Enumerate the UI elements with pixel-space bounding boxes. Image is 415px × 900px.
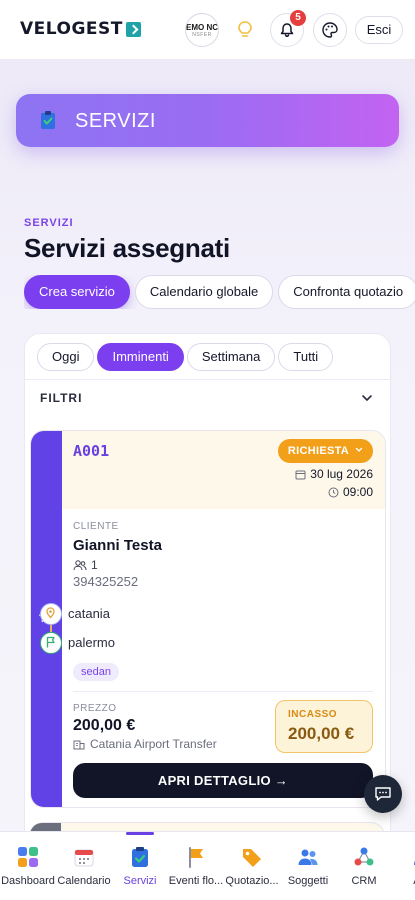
service-time-text: 09:00 bbox=[342, 485, 373, 499]
divider bbox=[25, 379, 390, 380]
collection-box: INCASSO 200,00 € bbox=[275, 700, 373, 753]
company-avatar-line1: EMO NC bbox=[186, 22, 218, 32]
action-bar: Crea servizio Calendario globale Confronta… bbox=[24, 275, 415, 309]
client-name: Gianni Testa bbox=[73, 537, 162, 554]
clipboard-icon bbox=[41, 111, 55, 129]
app-logo[interactable]: VELOGEST bbox=[20, 19, 141, 39]
client-label: CLIENTE bbox=[73, 521, 119, 532]
nav-calendario[interactable]: Calendario bbox=[56, 832, 112, 900]
collection-label: INCASSO bbox=[288, 709, 338, 720]
nav-label: Au bbox=[388, 875, 415, 887]
clipboard-icon bbox=[132, 847, 148, 867]
tag-icon bbox=[243, 849, 261, 867]
theme-button[interactable] bbox=[313, 13, 347, 47]
passenger-count-value: 1 bbox=[91, 558, 98, 572]
price-value: 200,00 € bbox=[73, 717, 136, 734]
nav-servizi[interactable]: Servizi bbox=[112, 832, 168, 900]
network-icon bbox=[354, 847, 374, 866]
status-label: RICHIESTA bbox=[287, 445, 349, 457]
tab-settimana[interactable]: Settimana bbox=[186, 343, 276, 371]
nav-label: Soggetti bbox=[287, 875, 329, 887]
lightbulb-icon[interactable] bbox=[236, 20, 254, 40]
services-panel: OggiImminentiSettimanaTutti FILTRI TR A0… bbox=[24, 333, 391, 853]
nav-label: CRM bbox=[351, 875, 377, 887]
tab-tutti[interactable]: Tutti bbox=[278, 343, 334, 371]
logout-button[interactable]: Esci bbox=[355, 16, 403, 44]
status-dropdown[interactable]: RICHIESTA bbox=[277, 439, 373, 463]
service-date: 30 lug 2026 bbox=[295, 467, 373, 481]
nav-more[interactable]: Au bbox=[392, 832, 415, 900]
service-card-header: A001 RICHIESTA 30 lug 2026 09:00 bbox=[62, 431, 385, 509]
collection-value: 200,00 € bbox=[288, 724, 355, 743]
building-icon bbox=[73, 740, 85, 749]
passenger-count: 1 bbox=[73, 558, 373, 572]
service-date-text: 30 lug 2026 bbox=[310, 467, 373, 481]
vehicle-type-tag: sedan bbox=[73, 663, 119, 681]
create-service-button[interactable]: Crea servizio bbox=[24, 275, 130, 309]
app-logo-text: VELOGEST bbox=[20, 19, 123, 39]
tab-oggi[interactable]: Oggi bbox=[37, 343, 95, 371]
company-avatar-line2: NSFER bbox=[192, 31, 212, 38]
nav-quotazioni[interactable]: Quotazio... bbox=[224, 832, 280, 900]
nav-soggetti[interactable]: Soggetti bbox=[280, 832, 336, 900]
divider bbox=[73, 691, 373, 692]
price-label: PREZZO bbox=[73, 703, 117, 714]
notifications-button[interactable]: 5 bbox=[270, 10, 306, 47]
people-icon bbox=[298, 849, 318, 865]
notifications-count-badge: 5 bbox=[290, 10, 306, 26]
open-detail-button[interactable]: APRI DETTAGLIO → bbox=[73, 763, 373, 798]
agency: Catania Airport Transfer bbox=[73, 737, 217, 751]
chat-icon bbox=[375, 787, 391, 801]
section-banner: SERVIZI bbox=[16, 94, 399, 147]
nav-label: Quotazio... bbox=[225, 875, 279, 887]
nav-crm[interactable]: CRM bbox=[336, 832, 392, 900]
chevron-down-icon bbox=[355, 447, 363, 452]
global-calendar-button[interactable]: Calendario globale bbox=[134, 275, 274, 309]
pickup-location: catania bbox=[68, 606, 110, 621]
nav-label: Dashboard bbox=[1, 875, 55, 887]
compare-quotes-button[interactable]: Confronta quotazio bbox=[278, 275, 415, 309]
company-avatar[interactable]: EMO NC NSFER bbox=[185, 13, 219, 47]
dropoff-flag-icon bbox=[40, 632, 62, 654]
service-code: A001 bbox=[73, 442, 110, 460]
tab-imminenti[interactable]: Imminenti bbox=[97, 343, 184, 371]
more-icon bbox=[414, 860, 415, 865]
bottom-nav: Dashboard Calendario Servizi Eventi flo.… bbox=[0, 831, 415, 900]
service-card[interactable]: TR A001 RICHIESTA 30 lug 2026 bbox=[30, 430, 386, 808]
nav-dashboard[interactable]: Dashboard bbox=[0, 832, 56, 900]
route: catania palermo bbox=[40, 603, 320, 663]
nav-label: Calendario bbox=[57, 875, 111, 887]
calendar-icon bbox=[74, 849, 94, 867]
price-info: PREZZO 200,00 € Catania Airport Transfer bbox=[73, 703, 217, 751]
time-filter-tabs: Oggi Imminenti Settimana Tutti bbox=[37, 343, 336, 371]
dropoff-location: palermo bbox=[68, 635, 115, 650]
section-kicker: SERVIZI bbox=[24, 217, 74, 229]
nav-eventi-flotta[interactable]: Eventi flo... bbox=[168, 832, 224, 900]
calendar-icon bbox=[295, 470, 306, 479]
page-title: Servizi assegnati bbox=[24, 233, 230, 263]
client-info: CLIENTE Gianni Testa 1 394325252 bbox=[73, 521, 373, 589]
palette-icon bbox=[322, 22, 338, 38]
nav-label: Servizi bbox=[123, 875, 157, 887]
pickup-pin-icon bbox=[40, 603, 62, 625]
service-time: 09:00 bbox=[328, 485, 373, 499]
agency-name: Catania Airport Transfer bbox=[90, 737, 217, 751]
people-icon bbox=[73, 559, 87, 570]
logo-arrow-icon bbox=[125, 21, 141, 37]
filters-toggle[interactable]: FILTRI bbox=[40, 391, 82, 405]
flag-icon bbox=[189, 847, 203, 868]
banner-title: SERVIZI bbox=[75, 110, 156, 132]
dashboard-icon bbox=[18, 847, 38, 867]
nav-label: Eventi flo... bbox=[168, 875, 224, 887]
clock-icon bbox=[328, 487, 339, 497]
top-bar: VELOGEST EMO NC NSFER 5 Esci bbox=[0, 0, 415, 60]
chat-button[interactable] bbox=[364, 775, 402, 813]
client-phone: 394325252 bbox=[73, 574, 139, 589]
chevron-down-icon[interactable] bbox=[361, 392, 373, 404]
